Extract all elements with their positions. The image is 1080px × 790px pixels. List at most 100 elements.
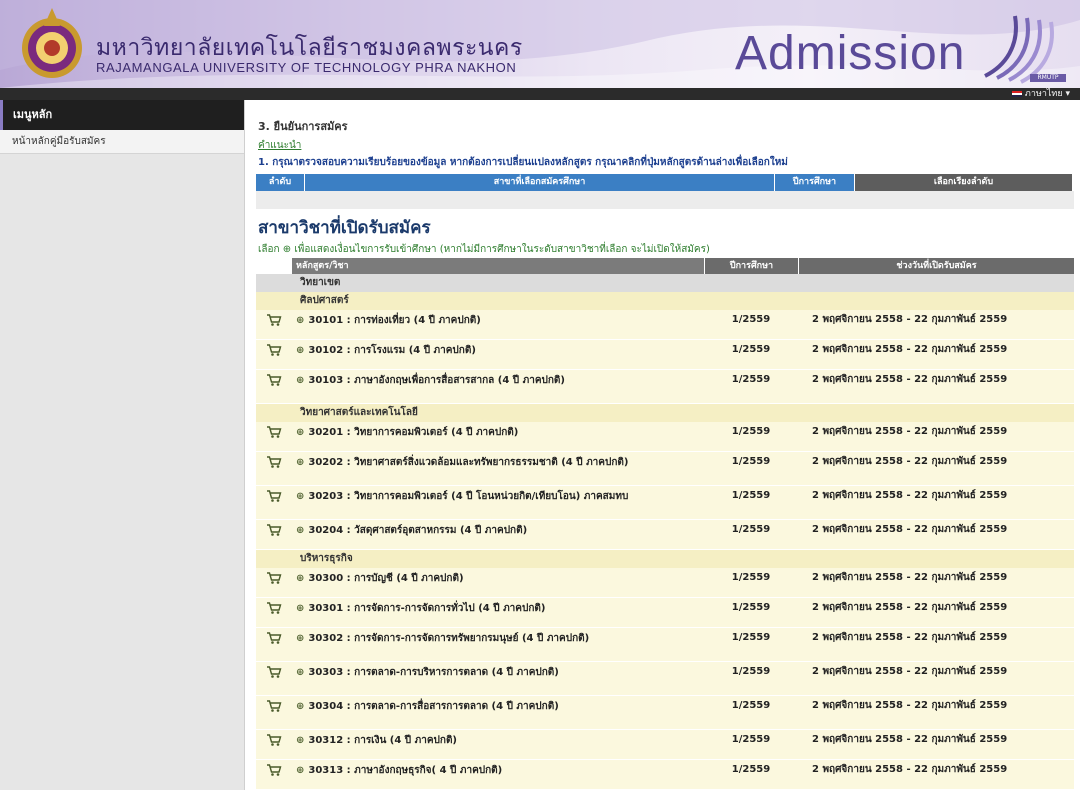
plus-circle-icon[interactable]: ⊕	[296, 525, 304, 536]
selected-col-term: ปีการศึกษา	[774, 174, 854, 191]
program-term: 1/2559	[731, 314, 771, 325]
language-label: ภาษาไทย ▾	[1024, 89, 1070, 99]
program-term: 1/2559	[731, 734, 771, 745]
program-term: 1/2559	[731, 602, 771, 613]
program-period: 2 พฤศจิกายน 2558 - 22 กุมภาพันธ์ 2559	[812, 456, 1008, 467]
selected-col-no: ลำดับ	[256, 174, 304, 191]
program-row: ⊕ 30103 : ภาษาอังกฤษเพื่อการสื่อสารสากล (…	[256, 370, 1074, 404]
program-name: 30300 : การบัญชี (4 ปี ภาคปกติ)	[308, 573, 464, 584]
add-to-cart-button[interactable]	[256, 422, 292, 451]
cart-icon	[267, 734, 282, 746]
cart-icon	[267, 666, 282, 678]
sidebar-title: เมนูหลัก	[0, 100, 244, 130]
plus-circle-icon[interactable]: ⊕	[296, 375, 304, 386]
program-row: ⊕ 30202 : วิทยาศาสตร์สิ่งแวดล้อมและทรัพยา…	[256, 452, 1074, 486]
language-selector[interactable]: ภาษาไทย ▾	[1011, 88, 1070, 100]
selected-programs-header: ลำดับ สาขาที่เลือกสมัครศึกษา ปีการศึกษา …	[256, 174, 1074, 191]
header-term: ปีการศึกษา	[704, 258, 798, 274]
program-name: 30203 : วิทยาการคอมพิวเตอร์ (4 ปี โอนหน่…	[308, 491, 629, 502]
add-to-cart-button[interactable]	[256, 340, 292, 369]
plus-circle-icon[interactable]: ⊕	[296, 667, 304, 678]
program-period: 2 พฤศจิกายน 2558 - 22 กุมภาพันธ์ 2559	[812, 490, 1008, 501]
admission-title: Admission	[735, 27, 966, 80]
program-row: ⊕ 30101 : การท่องเที่ยว (4 ปี ภาคปกติ) 1/2…	[256, 310, 1074, 340]
program-name: 30312 : การเงิน (4 ปี ภาคปกติ)	[308, 735, 458, 746]
program-row: ⊕ 30102 : การโรงแรม (4 ปี ภาคปกติ) 1/2559 2…	[256, 340, 1074, 370]
program-period: 2 พฤศจิกายน 2558 - 22 กุมภาพันธ์ 2559	[812, 666, 1008, 677]
cart-icon	[267, 490, 282, 502]
plus-circle-icon[interactable]: ⊕	[296, 573, 304, 584]
program-term: 1/2559	[731, 426, 771, 437]
plus-circle-icon[interactable]: ⊕	[296, 603, 304, 614]
program-name: 30204 : วัสดุศาสตร์อุตสาหกรรม (4 ปี ภาคป…	[308, 525, 528, 536]
program-period: 2 พฤศจิกายน 2558 - 22 กุมภาพันธ์ 2559	[812, 374, 1008, 385]
plus-circle-icon[interactable]: ⊕	[296, 633, 304, 644]
program-name-cell: ⊕ 30302 : การจัดการ-การจัดการทรัพยากรมนุษ…	[292, 628, 704, 661]
program-name: 30313 : ภาษาอังกฤษธุรกิจ( 4 ปี ภาคปกติ)	[308, 765, 503, 776]
campus-row: วิทยาเขต	[256, 274, 1074, 292]
program-term: 1/2559	[731, 524, 771, 535]
header-program: หลักสูตร/วิชา	[292, 258, 704, 274]
add-to-cart-button[interactable]	[256, 662, 292, 695]
program-period: 2 พฤศจิกายน 2558 - 22 กุมภาพันธ์ 2559	[812, 572, 1008, 583]
program-term: 1/2559	[731, 344, 771, 355]
add-to-cart-button[interactable]	[256, 310, 292, 339]
program-name: 30102 : การโรงแรม (4 ปี ภาคปกติ)	[308, 345, 476, 356]
faculty-row: วิทยาศาสตร์และเทคโนโลยี	[256, 404, 1074, 422]
add-to-cart-button[interactable]	[256, 696, 292, 729]
program-name-cell: ⊕ 30313 : ภาษาอังกฤษธุรกิจ( 4 ปี ภาคปกติ)	[292, 760, 704, 789]
program-name-cell: ⊕ 30103 : ภาษาอังกฤษเพื่อการสื่อสารสากล (…	[292, 370, 704, 403]
selected-col-program: สาขาที่เลือกสมัครศึกษา	[304, 174, 774, 191]
program-period: 2 พฤศจิกายน 2558 - 22 กุมภาพันธ์ 2559	[812, 344, 1008, 355]
program-period: 2 พฤศจิกายน 2558 - 22 กุมภาพันธ์ 2559	[812, 764, 1008, 775]
plus-circle-icon[interactable]: ⊕	[296, 457, 304, 468]
program-term: 1/2559	[731, 666, 771, 677]
faculty-row: บริหารธุรกิจ	[256, 550, 1074, 568]
program-row: ⊕ 30300 : การบัญชี (4 ปี ภาคปกติ) 1/2559 2 …	[256, 568, 1074, 598]
selected-col-action: เลือกเรียงลำดับ	[854, 174, 1072, 191]
program-term: 1/2559	[731, 456, 771, 467]
program-period: 2 พฤศจิกายน 2558 - 22 กุมภาพันธ์ 2559	[812, 734, 1008, 745]
plus-circle-icon[interactable]: ⊕	[296, 735, 304, 746]
program-name: 30201 : วิทยาการคอมพิวเตอร์ (4 ปี ภาคปกต…	[308, 427, 519, 438]
program-name-cell: ⊕ 30312 : การเงิน (4 ปี ภาคปกติ)	[292, 730, 704, 759]
cart-icon	[267, 524, 282, 536]
program-row: ⊕ 30313 : ภาษาอังกฤษธุรกิจ( 4 ปี ภาคปกติ)…	[256, 760, 1074, 790]
program-name: 30301 : การจัดการ-การจัดการทั่วไป (4 ปี …	[308, 603, 546, 614]
add-to-cart-button[interactable]	[256, 760, 292, 789]
add-to-cart-button[interactable]	[256, 598, 292, 627]
plus-circle-icon[interactable]: ⊕	[296, 765, 304, 776]
add-to-cart-button[interactable]	[256, 568, 292, 597]
add-to-cart-button[interactable]	[256, 370, 292, 403]
plus-circle-icon[interactable]: ⊕	[296, 491, 304, 502]
plus-circle-icon[interactable]: ⊕	[296, 427, 304, 438]
add-to-cart-button[interactable]	[256, 628, 292, 661]
plus-circle-icon[interactable]: ⊕	[296, 345, 304, 356]
add-to-cart-button[interactable]	[256, 520, 292, 549]
add-to-cart-button[interactable]	[256, 486, 292, 519]
program-period: 2 พฤศจิกายน 2558 - 22 กุมภาพันธ์ 2559	[812, 426, 1008, 437]
add-to-cart-button[interactable]	[256, 452, 292, 485]
add-to-cart-button[interactable]	[256, 730, 292, 759]
conditions-link[interactable]: คำแนะนำ	[258, 138, 301, 153]
legend-text: เลือก ⊕ เพื่อแสดงเงื่อนไขการรับเข้าศึกษา…	[258, 244, 710, 255]
program-name: 30202 : วิทยาศาสตร์สิ่งแวดล้อมและทรัพยาก…	[308, 457, 629, 468]
program-name-cell: ⊕ 30201 : วิทยาการคอมพิวเตอร์ (4 ปี ภาคปก…	[292, 422, 704, 451]
program-name: 30103 : ภาษาอังกฤษเพื่อการสื่อสารสากล (4…	[308, 375, 565, 386]
plus-circle-icon[interactable]: ⊕	[296, 701, 304, 712]
program-row: ⊕ 30301 : การจัดการ-การจัดการทั่วไป (4 ปี…	[256, 598, 1074, 628]
cart-icon	[267, 602, 282, 614]
program-name-cell: ⊕ 30102 : การโรงแรม (4 ปี ภาคปกติ)	[292, 340, 704, 369]
sidebar: เมนูหลัก หน้าหลักคู่มือรับสมัคร	[0, 100, 245, 790]
program-term: 1/2559	[731, 764, 771, 775]
cart-icon	[267, 314, 282, 326]
cart-icon	[267, 374, 282, 386]
program-name-cell: ⊕ 30202 : วิทยาศาสตร์สิ่งแวดล้อมและทรัพยา…	[292, 452, 704, 485]
header-period: ช่วงวันที่เปิดรับสมัคร	[798, 258, 1074, 274]
cart-icon	[267, 632, 282, 644]
program-name: 30303 : การตลาด-การบริหารการตลาด (4 ปี ภ…	[308, 667, 559, 678]
program-period: 2 พฤศจิกายน 2558 - 22 กุมภาพันธ์ 2559	[812, 602, 1008, 613]
plus-circle-icon[interactable]: ⊕	[296, 315, 304, 326]
programs-table-header: หลักสูตร/วิชา ปีการศึกษา ช่วงวันที่เปิดร…	[256, 258, 1074, 274]
sidebar-item-home[interactable]: หน้าหลักคู่มือรับสมัคร	[0, 130, 244, 154]
